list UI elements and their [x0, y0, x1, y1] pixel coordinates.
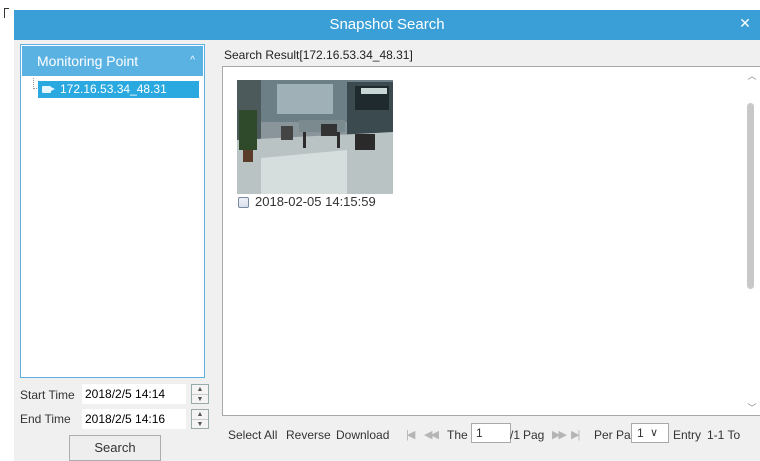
monitoring-point-title: Monitoring Point	[37, 53, 139, 69]
snapshot-thumbnail[interactable]	[237, 80, 393, 194]
snapshot-checkbox[interactable]	[238, 197, 249, 208]
tree-item-label: 172.16.53.34_48.31	[60, 82, 167, 96]
snapshot-image	[237, 80, 393, 194]
next-page-icon[interactable]: ▶▶	[552, 428, 567, 441]
download-button[interactable]: Download	[336, 428, 389, 442]
start-time-spinner[interactable]: ▲ ▼	[191, 384, 209, 404]
start-time-label: Start Time	[20, 388, 75, 402]
search-button[interactable]: Search	[69, 435, 161, 461]
scroll-up-icon[interactable]: ︿	[746, 69, 758, 82]
close-icon[interactable]: ✕	[734, 10, 756, 38]
spinner-up-icon[interactable]: ▲	[192, 385, 208, 394]
reverse-button[interactable]: Reverse	[286, 428, 331, 442]
chevron-down-icon[interactable]: ∨	[650, 426, 658, 439]
start-time-input[interactable]	[82, 384, 186, 404]
scroll-down-icon[interactable]: ﹀	[746, 401, 758, 414]
last-page-icon[interactable]: ▶|	[571, 428, 580, 441]
spinner-down-icon[interactable]: ▼	[192, 394, 208, 404]
monitoring-point-header[interactable]: Monitoring Point ^	[22, 46, 203, 76]
page-total-label: /1	[510, 428, 521, 442]
end-time-label: End Time	[20, 412, 71, 426]
window-title: Snapshot Search	[329, 16, 445, 33]
previous-page-icon[interactable]: ◀◀	[424, 428, 439, 441]
page-number-input[interactable]: 1	[471, 423, 511, 443]
snapshot-timestamp: 2018-02-05 14:15:59	[255, 194, 376, 209]
spinner-up-icon[interactable]: ▲	[192, 410, 208, 419]
page-suffix-label: Pag	[523, 428, 545, 442]
end-time-input[interactable]	[82, 409, 186, 429]
search-result-label: Search Result[172.16.53.34_48.31]	[224, 48, 413, 62]
dialog-body: Monitoring Point ^ 172.16.53.34_48.31 St…	[14, 40, 760, 461]
per-page-select[interactable]: 1 ∨	[631, 423, 669, 443]
window-edge-mark	[4, 8, 9, 18]
per-page-label: Per Pa	[594, 428, 631, 442]
monitoring-point-panel: Monitoring Point ^ 172.16.53.34_48.31	[20, 44, 205, 378]
title-bar: Snapshot Search ✕	[14, 10, 760, 40]
first-page-icon[interactable]: |◀	[406, 428, 415, 441]
range-label: 1-1 To	[707, 428, 741, 442]
select-all-button[interactable]: Select All	[228, 428, 277, 442]
end-time-spinner[interactable]: ▲ ▼	[191, 409, 209, 429]
per-page-value: 1	[637, 426, 644, 440]
page-prefix-label: The	[447, 428, 468, 442]
spinner-down-icon[interactable]: ▼	[192, 419, 208, 429]
entry-label: Entry	[673, 428, 702, 442]
chevron-up-icon[interactable]: ^	[190, 46, 195, 76]
camera-icon	[42, 86, 55, 93]
tree-item-camera[interactable]: 172.16.53.34_48.31	[38, 81, 199, 98]
scrollbar-thumb[interactable]	[747, 103, 754, 289]
search-result-panel: 2018-02-05 14:15:59 ︿ ﹀	[222, 66, 760, 416]
